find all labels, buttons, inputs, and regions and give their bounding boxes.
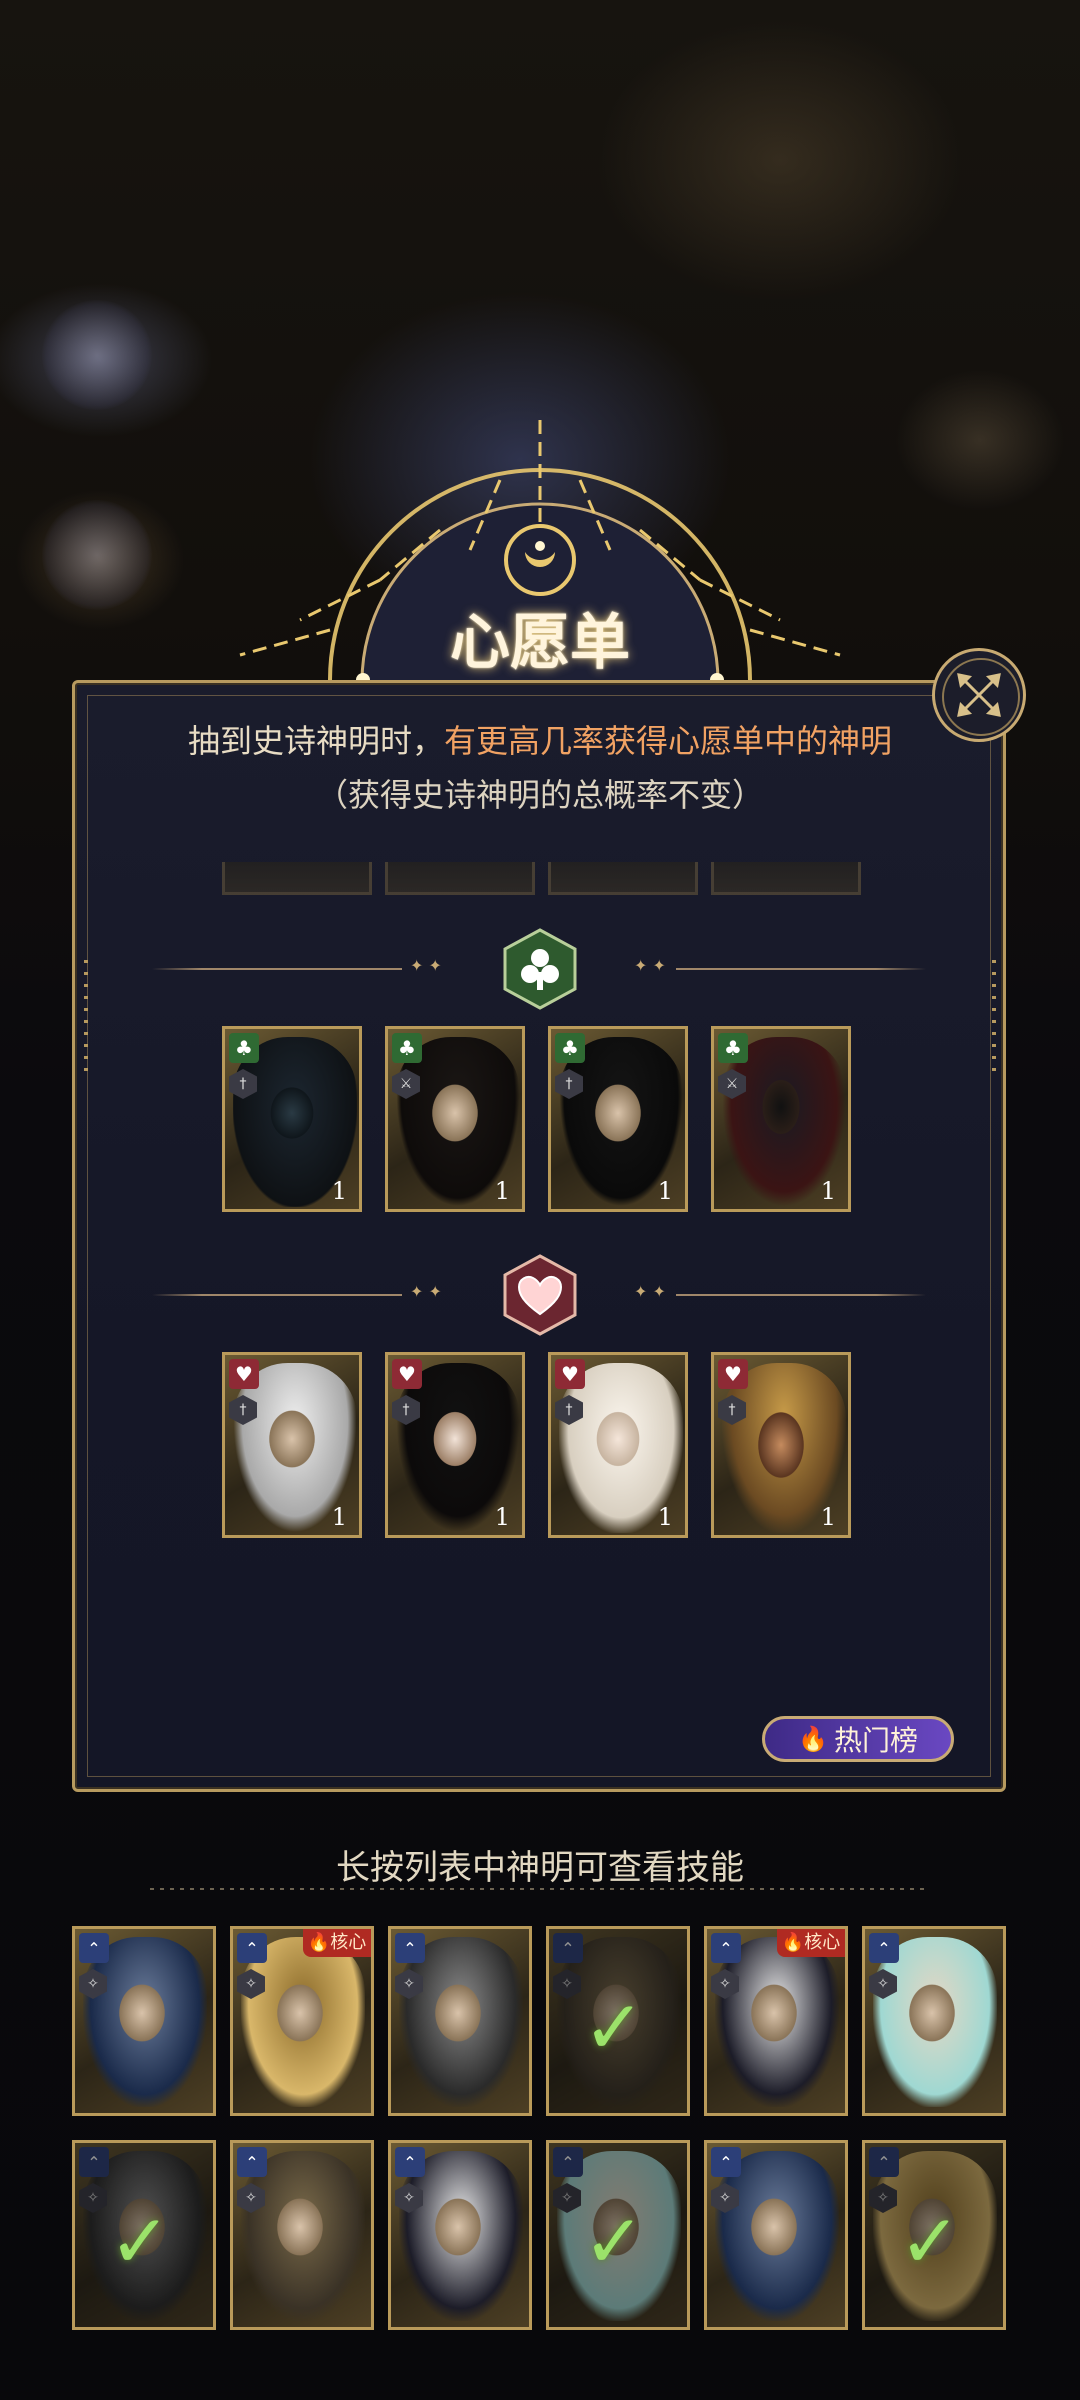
- god-card[interactable]: ⌃ ✧ ✓: [862, 2140, 1006, 2330]
- club-icon: [503, 928, 577, 1010]
- star-decoration: ✦ ✦: [410, 1282, 442, 1301]
- rank-icon: ⌃: [79, 1933, 109, 1963]
- god-card[interactable]: ⌃ ✧ ✓: [72, 2140, 216, 2330]
- checkmark-icon: ✓: [899, 2199, 962, 2285]
- card-count: 1: [331, 1503, 347, 1531]
- panel-dots-decoration: [992, 960, 996, 1080]
- club-icon: ♣: [555, 1033, 585, 1063]
- card-count: 1: [820, 1177, 836, 1205]
- close-icon: [957, 673, 1001, 717]
- god-card[interactable]: ⌃ ✧: [230, 2140, 374, 2330]
- club-icon: ♣: [718, 1033, 748, 1063]
- wish-card[interactable]: ♣ ⚔ 1: [711, 1026, 851, 1212]
- club-icon: ♣: [392, 1033, 422, 1063]
- checkmark-icon: ✓: [583, 2199, 646, 2285]
- wish-card[interactable]: ♥ † 1: [711, 1352, 851, 1538]
- wish-slot-faded: [548, 862, 698, 895]
- card-count: 1: [657, 1177, 673, 1205]
- god-card[interactable]: ⌃ ✧ ✓: [546, 1926, 690, 2116]
- rank-icon: ⌃: [869, 1933, 899, 1963]
- god-card[interactable]: ⌃ ✧ 🔥核心: [704, 1926, 848, 2116]
- card-count: 1: [657, 1503, 673, 1531]
- class-icon: ✧: [869, 2183, 897, 2213]
- rank-icon: ⌃: [711, 2147, 741, 2177]
- wish-card[interactable]: ♣ ⚔ 1: [385, 1026, 525, 1212]
- checkmark-icon: ✓: [109, 2199, 172, 2285]
- club-icon: ♣: [229, 1033, 259, 1063]
- panel-title: 心愿单: [450, 608, 630, 678]
- star-decoration: ✦ ✦: [410, 956, 442, 975]
- wish-card[interactable]: ♣ † 1: [222, 1026, 362, 1212]
- rank-icon: ⌃: [553, 1933, 583, 1963]
- class-icon: ✧: [79, 2183, 107, 2213]
- rank-icon: ⌃: [237, 1933, 267, 1963]
- wish-card[interactable]: ♣ † 1: [548, 1026, 688, 1212]
- wish-card[interactable]: ♥ † 1: [548, 1352, 688, 1538]
- heart-icon: ♥: [229, 1359, 259, 1389]
- rank-icon: ⌃: [79, 2147, 109, 2177]
- heart-icon: ♥: [392, 1359, 422, 1389]
- wishlist-subtitle: （获得史诗神明的总概率不变）: [315, 776, 764, 814]
- god-card[interactable]: ⌃ ✧: [862, 1926, 1006, 2116]
- god-card[interactable]: ⌃ ✧: [704, 2140, 848, 2330]
- fire-icon: 🔥: [798, 1725, 828, 1753]
- checkmark-icon: ✓: [583, 1985, 646, 2071]
- star-decoration: ✦ ✦: [634, 1282, 666, 1301]
- wish-slot-faded: [222, 862, 372, 895]
- card-count: 1: [331, 1177, 347, 1205]
- hot-ranking-button[interactable]: 🔥 热门榜: [762, 1716, 954, 1762]
- card-count: 1: [494, 1503, 510, 1531]
- hint-divider: [150, 1888, 930, 1890]
- long-press-hint: 长按列表中神明可查看技能: [336, 1848, 744, 1888]
- wish-slot-faded: [711, 862, 861, 895]
- wishlist-description: 抽到史诗神明时，有更高几率获得心愿单中的神明: [110, 716, 970, 762]
- god-card[interactable]: ⌃ ✧ 🔥核心: [230, 1926, 374, 2116]
- wish-card[interactable]: ♥ † 1: [385, 1352, 525, 1538]
- wish-card[interactable]: ♥ † 1: [222, 1352, 362, 1538]
- heart-icon: ♥: [555, 1359, 585, 1389]
- class-icon: ✧: [553, 1969, 581, 1999]
- god-card[interactable]: ⌃ ✧: [72, 1926, 216, 2116]
- rank-icon: ⌃: [553, 2147, 583, 2177]
- divider-line: [152, 968, 402, 970]
- god-card[interactable]: ⌃ ✧: [388, 2140, 532, 2330]
- rank-icon: ⌃: [395, 1933, 425, 1963]
- card-count: 1: [820, 1503, 836, 1531]
- description-highlight: 有更高几率获得心愿单中的神明: [444, 722, 893, 760]
- star-decoration: ✦ ✦: [634, 956, 666, 975]
- core-badge: 🔥核心: [303, 1929, 371, 1957]
- heart-icon: [503, 1254, 577, 1336]
- rank-icon: ⌃: [869, 2147, 899, 2177]
- heart-icon: ♥: [718, 1359, 748, 1389]
- god-card[interactable]: ⌃ ✧: [388, 1926, 532, 2116]
- rank-icon: ⌃: [395, 2147, 425, 2177]
- description-text: 抽到史诗神明时，: [187, 722, 444, 760]
- hot-ranking-label: 热门榜: [833, 1724, 918, 1757]
- wish-slot-faded: [385, 862, 535, 895]
- card-count: 1: [494, 1177, 510, 1205]
- rank-icon: ⌃: [237, 2147, 267, 2177]
- rank-icon: ⌃: [711, 1933, 741, 1963]
- class-icon: ✧: [553, 2183, 581, 2213]
- panel-dots-decoration: [84, 960, 88, 1080]
- wishlist-panel: [72, 680, 1006, 1792]
- divider-line: [152, 1294, 402, 1296]
- core-badge: 🔥核心: [777, 1929, 845, 1957]
- divider-line: [676, 1294, 926, 1296]
- divider-line: [676, 968, 926, 970]
- god-card[interactable]: ⌃ ✧ ✓: [546, 2140, 690, 2330]
